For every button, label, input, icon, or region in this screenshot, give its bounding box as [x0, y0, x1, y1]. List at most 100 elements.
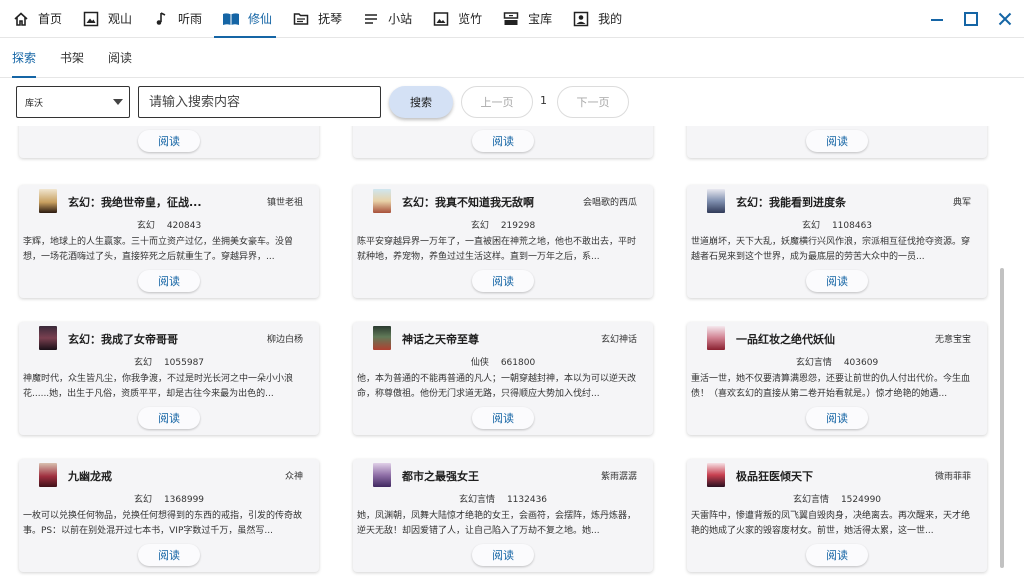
- book-category: 仙侠: [470, 358, 489, 368]
- minimize-icon: [931, 19, 943, 21]
- book-card: 都市之最强女王 紫雨潺潺 玄幻言情 1132436 她，凤渊朝，凤舞大陆惊才绝艳的…: [353, 459, 653, 572]
- book-card: 玄幻：我真不知道我无敌啊 会唱歌的西瓜 玄幻 219298 陈平安穿越异界一万年了…: [353, 185, 653, 298]
- nav-label: 宝库: [528, 12, 553, 26]
- book-title[interactable]: 玄幻：我真不知道我无敌啊: [402, 194, 534, 210]
- book-cover[interactable]: [39, 463, 57, 487]
- sub-tabs: 探索 书架 阅读: [0, 38, 1024, 78]
- folder-icon: [292, 10, 310, 28]
- search-bar: 库沃 搜索 上一页 1 下一页: [0, 78, 1024, 126]
- read-button[interactable]: 阅读: [806, 130, 868, 152]
- prev-page-button[interactable]: 上一页: [461, 86, 533, 118]
- book-grid: 阅读 阅读 阅读 玄幻：我绝世帝皇，征战... 镇世老祖 玄幻 420843 李辉…: [0, 126, 1024, 576]
- open-book-icon: [222, 10, 240, 28]
- read-button[interactable]: 阅读: [806, 407, 868, 429]
- book-card: 阅读: [687, 126, 987, 158]
- nav-label: 听雨: [178, 12, 203, 26]
- book-cover[interactable]: [707, 326, 725, 350]
- book-meta: 玄幻言情 403609: [687, 355, 987, 368]
- read-button[interactable]: 阅读: [472, 544, 534, 566]
- book-card: 神话之天帝至尊 玄幻神话 仙侠 661800 他，本为普通的不能再普通的凡人；一朝…: [353, 322, 653, 435]
- read-button[interactable]: 阅读: [138, 544, 200, 566]
- book-title[interactable]: 玄幻：我成了女帝哥哥: [68, 331, 178, 347]
- book-meta: 仙侠 661800: [353, 355, 653, 368]
- book-author: 微雨菲菲: [934, 472, 971, 482]
- book-cover[interactable]: [707, 463, 725, 487]
- book-author: 镇世老祖: [266, 198, 303, 208]
- read-button[interactable]: 阅读: [472, 270, 534, 292]
- read-button[interactable]: 阅读: [138, 270, 200, 292]
- nav-xiaozhan[interactable]: 小站: [350, 0, 420, 38]
- book-title[interactable]: 神话之天帝至尊: [402, 331, 479, 347]
- nav-xiuxian[interactable]: 修仙: [210, 0, 280, 38]
- book-title[interactable]: 玄幻：我能看到进度条: [736, 194, 846, 210]
- book-meta: 玄幻 1055987: [19, 355, 319, 368]
- book-meta: 玄幻言情 1524990: [687, 492, 987, 505]
- close-button[interactable]: [990, 4, 1020, 34]
- book-cover[interactable]: [39, 326, 57, 350]
- book-title[interactable]: 极品狂医倾天下: [736, 468, 813, 484]
- book-description: 陈平安穿越异界一万年了，一直被困在神荒之地，他也不敢出去，平时就种地，养宠物，养…: [357, 237, 637, 262]
- book-meta: 玄幻 420843: [19, 218, 319, 231]
- read-button[interactable]: 阅读: [472, 130, 534, 152]
- book-word-count: 1132436: [506, 495, 548, 505]
- book-meta: 玄幻 1368999: [19, 492, 319, 505]
- book-cover[interactable]: [373, 326, 391, 350]
- book-cover[interactable]: [39, 189, 57, 213]
- nav-mine[interactable]: 我的: [560, 0, 630, 38]
- source-select[interactable]: 库沃: [16, 86, 130, 118]
- nav-label: 览竹: [458, 12, 483, 26]
- search-input[interactable]: [138, 86, 381, 118]
- read-button[interactable]: 阅读: [138, 130, 200, 152]
- book-word-count: 1524990: [840, 495, 882, 505]
- maximize-button[interactable]: [956, 4, 986, 34]
- book-description: 一枚可以兑换任何物品，兑换任何想得到的东西的戒指，引发的传奇故事。PS：以前在别…: [23, 511, 303, 536]
- book-cover[interactable]: [373, 463, 391, 487]
- nav-lanzhu[interactable]: 览竹: [420, 0, 490, 38]
- minimize-button[interactable]: [922, 4, 952, 34]
- book-category: 玄幻言情: [458, 495, 495, 505]
- scrollbar[interactable]: [1000, 268, 1004, 568]
- window-controls: [922, 0, 1024, 38]
- book-title[interactable]: 九幽龙戒: [68, 468, 112, 484]
- book-author: 玄幻神话: [600, 335, 637, 345]
- list-icon: [362, 10, 380, 28]
- nav-guanshan[interactable]: 观山: [70, 0, 140, 38]
- tab-explore[interactable]: 探索: [0, 38, 48, 78]
- nav-home[interactable]: 首页: [0, 0, 70, 38]
- book-title[interactable]: 都市之最强女王: [402, 468, 479, 484]
- nav-tingyu[interactable]: 听雨: [140, 0, 210, 38]
- tab-bookshelf[interactable]: 书架: [48, 38, 96, 78]
- book-category: 玄幻言情: [792, 495, 829, 505]
- book-description: 重活一世，她不仅要清算满恩怨，还要让前世的仇人付出代价。今生血债！（喜欢玄幻的直…: [691, 374, 971, 399]
- read-button[interactable]: 阅读: [138, 407, 200, 429]
- book-card: 玄幻：我能看到进度条 典军 玄幻 1108463 世道崩坏，天下大乱，妖魔横行兴风…: [687, 185, 987, 298]
- nav-baoku[interactable]: 宝库: [490, 0, 560, 38]
- top-navigation: 首页 观山 听雨 修仙 抚琴 小站 览竹 宝库 我的: [0, 0, 1024, 38]
- book-cover[interactable]: [373, 189, 391, 213]
- search-button[interactable]: 搜索: [389, 86, 453, 118]
- nav-label: 小站: [388, 12, 413, 26]
- book-author: 柳边白杨: [266, 335, 303, 345]
- book-cover[interactable]: [707, 189, 725, 213]
- person-box-icon: [572, 10, 590, 28]
- read-button[interactable]: 阅读: [472, 407, 534, 429]
- book-author: 会唱歌的西瓜: [582, 198, 637, 208]
- book-title[interactable]: 一品红妆之绝代妖仙: [736, 331, 835, 347]
- book-meta: 玄幻言情 1132436: [353, 492, 653, 505]
- tab-reading[interactable]: 阅读: [96, 38, 144, 78]
- nav-label: 抚琴: [318, 12, 343, 26]
- book-category: 玄幻言情: [795, 358, 832, 368]
- nav-fuqin[interactable]: 抚琴: [280, 0, 350, 38]
- book-meta: 玄幻 1108463: [687, 218, 987, 231]
- read-button[interactable]: 阅读: [806, 544, 868, 566]
- next-page-button[interactable]: 下一页: [557, 86, 629, 118]
- book-author: 众神: [284, 472, 303, 482]
- home-icon: [12, 10, 30, 28]
- book-description: 李辉，地球上的人生赢家。三十而立资产过亿，坐拥美女豪车。没曾想，一场花酒嗨过了头…: [23, 237, 294, 262]
- book-card: 阅读: [353, 126, 653, 158]
- book-word-count: 1108463: [831, 221, 873, 231]
- read-button[interactable]: 阅读: [806, 270, 868, 292]
- book-title[interactable]: 玄幻：我绝世帝皇，征战...: [68, 194, 202, 210]
- book-category: 玄幻: [136, 221, 155, 231]
- book-word-count: 420843: [166, 221, 202, 231]
